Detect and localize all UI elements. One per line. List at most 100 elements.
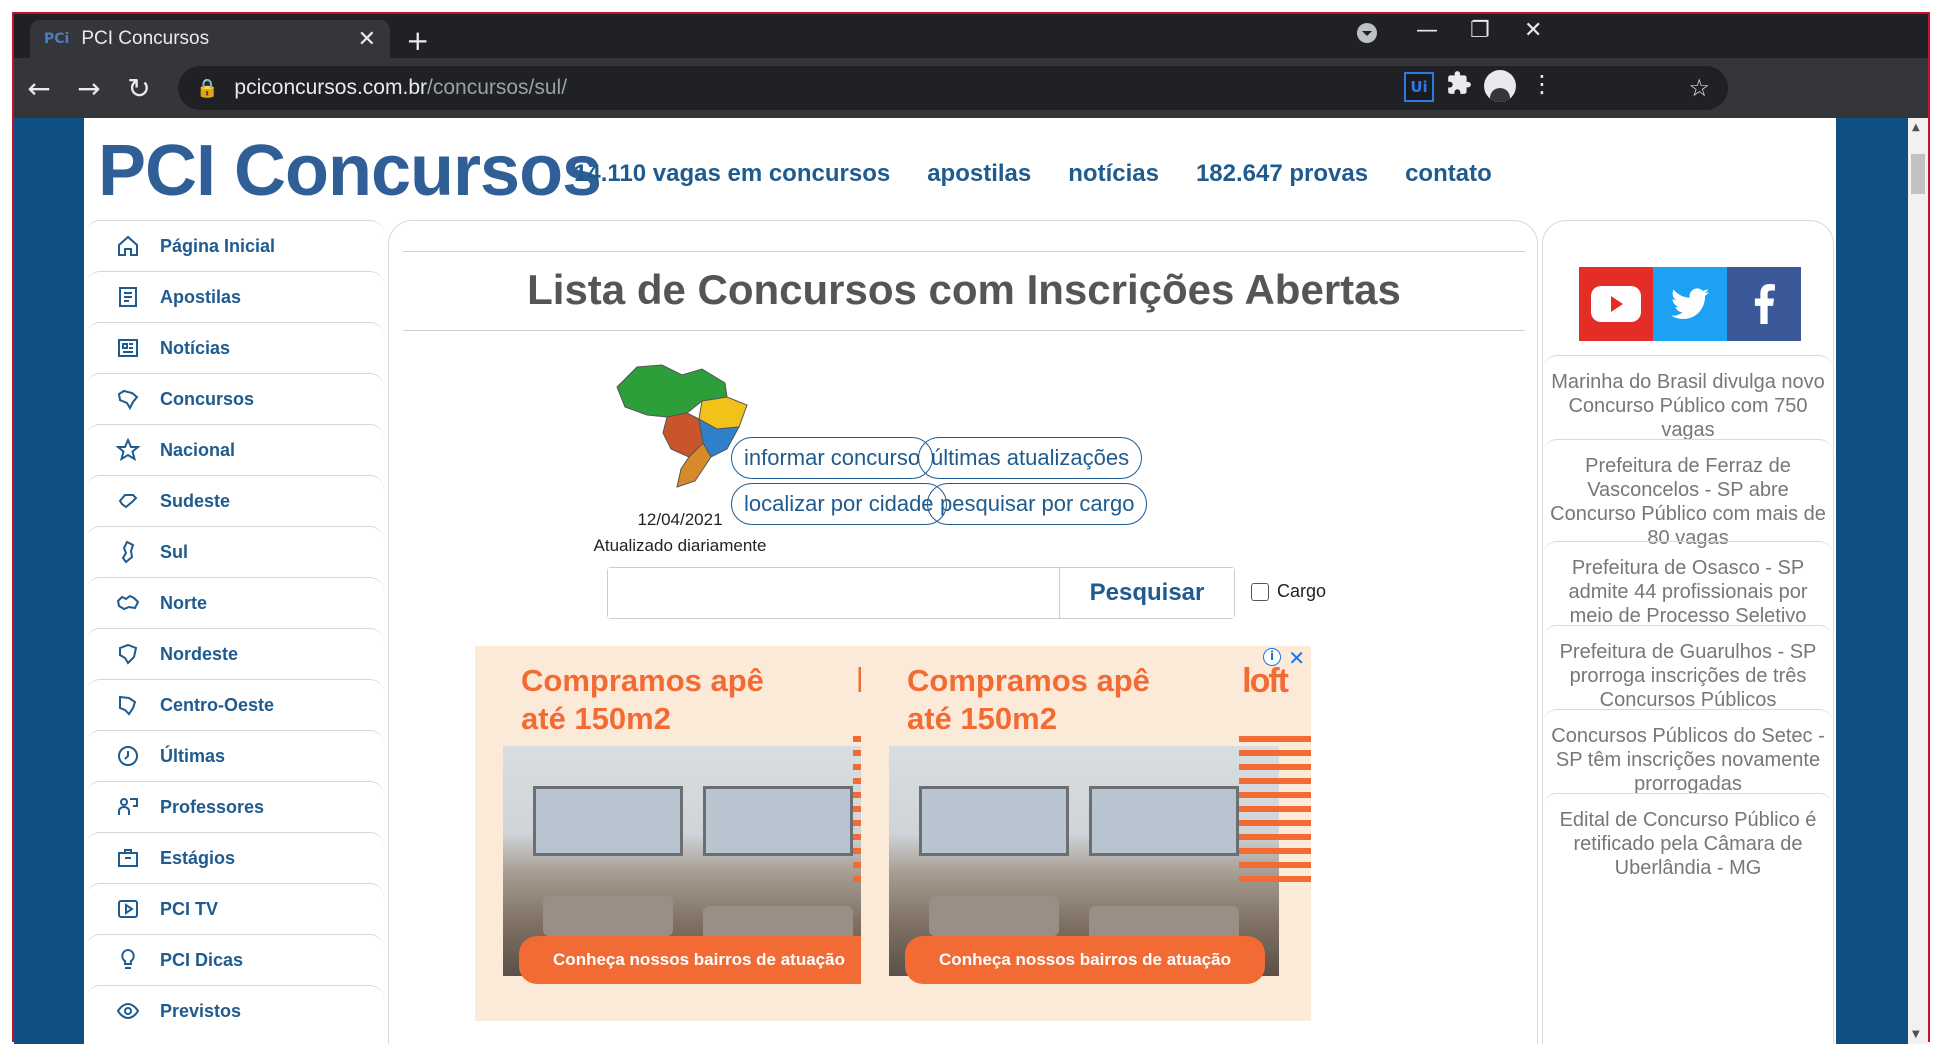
sidebar-item-noticias[interactable]: Notícias [86, 322, 384, 373]
search-form: Pesquisar [607, 567, 1235, 619]
ad-headline-line: até 150m2 [907, 701, 1057, 736]
sidebar-item-pagina-inicial[interactable]: Página Inicial [86, 220, 384, 271]
youtube-icon[interactable] [1579, 267, 1653, 341]
browser-tab[interactable]: PCi PCI Concursos ✕ [30, 20, 390, 58]
page-viewport: PCI Concursos 14.110 vagas em concursos … [14, 118, 1912, 1044]
forward-icon[interactable]: → [64, 72, 114, 105]
ad-brand-logo: loft [1242, 662, 1289, 700]
brazil-map-icon[interactable] [607, 357, 757, 497]
advertisement[interactable]: Compramos apê até 150m2 loft i ✕ Conheça… [475, 646, 925, 1021]
sidebar-item-pci-dicas[interactable]: PCI Dicas [86, 934, 384, 985]
lightbulb-icon [114, 946, 142, 974]
ad-info-icon[interactable]: i [1263, 648, 1281, 666]
ad-photo-window [919, 786, 1069, 856]
minimize-icon[interactable]: — [1416, 18, 1438, 43]
sidebar-item-label: Nacional [160, 439, 236, 460]
news-item[interactable]: Prefeitura de Osasco - SP admite 44 prof… [1543, 541, 1833, 627]
informar-concurso-button[interactable]: informar concurso [731, 437, 934, 479]
tab-title: PCI Concursos [81, 28, 210, 49]
news-item[interactable]: Prefeitura de Guarulhos - SP prorroga in… [1543, 625, 1833, 711]
page-scrollbar[interactable]: ▲ ▼ [1908, 118, 1928, 1044]
nav-provas[interactable]: 182.647 provas [1196, 160, 1368, 188]
sidebar-item-estagios[interactable]: Estágios [86, 832, 384, 883]
nav-vagas[interactable]: 14.110 vagas em concursos [574, 160, 890, 188]
bookmark-star-icon[interactable]: ☆ [1688, 74, 1710, 103]
ad-cta-button[interactable]: Conheça nossos bairros de atuação [905, 936, 1265, 984]
ad-headline: Compramos apê até 150m2 [521, 662, 764, 738]
region-icon [114, 487, 142, 515]
profile-avatar-icon[interactable] [1484, 70, 1516, 102]
nav-apostilas[interactable]: apostilas [927, 160, 1031, 188]
main-header: Lista de Concursos com Inscrições Aberta… [403, 251, 1525, 331]
ad-photo-window [703, 786, 853, 856]
ad-close-icon[interactable]: ✕ [1288, 646, 1305, 670]
ad-cta-button[interactable]: Conheça nossos bairros de atuação [519, 936, 879, 984]
url-host: pciconcursos.com.br [234, 76, 427, 99]
sidebar-item-label: Centro-Oeste [160, 694, 275, 715]
sidebar-item-label: Estágios [160, 847, 236, 868]
top-navigation: 14.110 vagas em concursos apostilas notí… [574, 160, 1492, 188]
sidebar-item-sudeste[interactable]: Sudeste [86, 475, 384, 526]
sidebar-item-professores[interactable]: Professores [86, 781, 384, 832]
sidebar-item-previstos[interactable]: Previstos [86, 985, 384, 1036]
clock-icon [114, 742, 142, 770]
sidebar-item-sul[interactable]: Sul [86, 526, 384, 577]
sidebar-item-label: Últimas [160, 745, 226, 766]
region-icon [114, 589, 142, 617]
search-button[interactable]: Pesquisar [1060, 568, 1234, 618]
sidebar-item-label: PCI Dicas [160, 949, 244, 970]
new-tab-icon[interactable]: + [406, 24, 429, 57]
reload-icon[interactable]: ↻ [114, 72, 164, 105]
sidebar-item-concursos[interactable]: Concursos [86, 373, 384, 424]
news-item[interactable]: Marinha do Brasil divulga novo Concurso … [1543, 355, 1833, 441]
localizar-cidade-button[interactable]: localizar por cidade [731, 483, 947, 525]
cargo-checkbox-label: Cargo [1277, 581, 1327, 601]
sidebar-item-label: PCI TV [160, 898, 219, 919]
site-logo[interactable]: PCI Concursos [98, 130, 602, 212]
sidebar-item-nacional[interactable]: Nacional [86, 424, 384, 475]
eye-icon [114, 997, 142, 1025]
news-item[interactable]: Concursos Públicos do Setec - SP têm ins… [1543, 709, 1833, 795]
tab-close-icon[interactable]: ✕ [358, 27, 376, 52]
menu-kebab-icon[interactable]: ⋮ [1530, 70, 1554, 98]
extensions-puzzle-icon[interactable] [1446, 70, 1472, 102]
sidebar-item-ultimas[interactable]: Últimas [86, 730, 384, 781]
scroll-down-icon[interactable]: ▼ [1912, 1029, 1920, 1040]
ultimas-atualizacoes-button[interactable]: últimas atualizações [918, 437, 1143, 479]
tab-bar: PCi PCI Concursos ✕ + — ❐ ✕ [14, 14, 1928, 58]
scroll-up-icon[interactable]: ▲ [1912, 122, 1920, 133]
url-path: /concursos/sul/ [427, 76, 568, 99]
uipath-extension-icon[interactable]: Ui [1404, 72, 1434, 102]
sidebar-item-pci-tv[interactable]: PCI TV [86, 883, 384, 934]
scrollbar-thumb[interactable] [1911, 154, 1925, 194]
favicon-icon: PCi [44, 31, 70, 47]
close-window-icon[interactable]: ✕ [1524, 18, 1542, 43]
cargo-checkbox-wrap[interactable]: Cargo [1251, 581, 1326, 602]
twitter-icon[interactable] [1653, 267, 1727, 341]
update-frequency: Atualizado diariamente [593, 536, 767, 555]
play-icon [114, 895, 142, 923]
news-item[interactable]: Prefeitura de Ferraz de Vasconcelos - SP… [1543, 439, 1833, 549]
nav-noticias[interactable]: notícias [1068, 160, 1159, 188]
nav-contato[interactable]: contato [1405, 160, 1492, 188]
browser-window: PCi PCI Concursos ✕ + — ❐ ✕ ← → ↻ 🔒 pcic… [12, 12, 1930, 1044]
tab-search-icon[interactable] [1356, 22, 1378, 50]
back-icon[interactable]: ← [14, 72, 64, 105]
cargo-checkbox[interactable] [1251, 582, 1269, 601]
sidebar-item-nordeste[interactable]: Nordeste [86, 628, 384, 679]
ad-headline-line: até 150m2 [521, 701, 671, 736]
main-content: Lista de Concursos com Inscrições Aberta… [388, 220, 1538, 1044]
sidebar-item-label: Sul [160, 541, 189, 562]
advertisement[interactable]: Compramos apê até 150m2 loft i ✕ Conheça… [861, 646, 1311, 1021]
restore-icon[interactable]: ❐ [1470, 18, 1490, 43]
ad-photo-sofa [929, 896, 1059, 936]
sidebar-item-label: Nordeste [160, 643, 239, 664]
ad-photo-window [533, 786, 683, 856]
search-input[interactable] [608, 568, 1060, 618]
facebook-icon[interactable] [1727, 267, 1801, 341]
sidebar-item-apostilas[interactable]: Apostilas [86, 271, 384, 322]
sidebar-item-centro-oeste[interactable]: Centro-Oeste [86, 679, 384, 730]
news-item[interactable]: Edital de Concurso Público é retificado … [1543, 793, 1833, 879]
sidebar-item-norte[interactable]: Norte [86, 577, 384, 628]
pesquisar-cargo-button[interactable]: pesquisar por cargo [927, 483, 1148, 525]
